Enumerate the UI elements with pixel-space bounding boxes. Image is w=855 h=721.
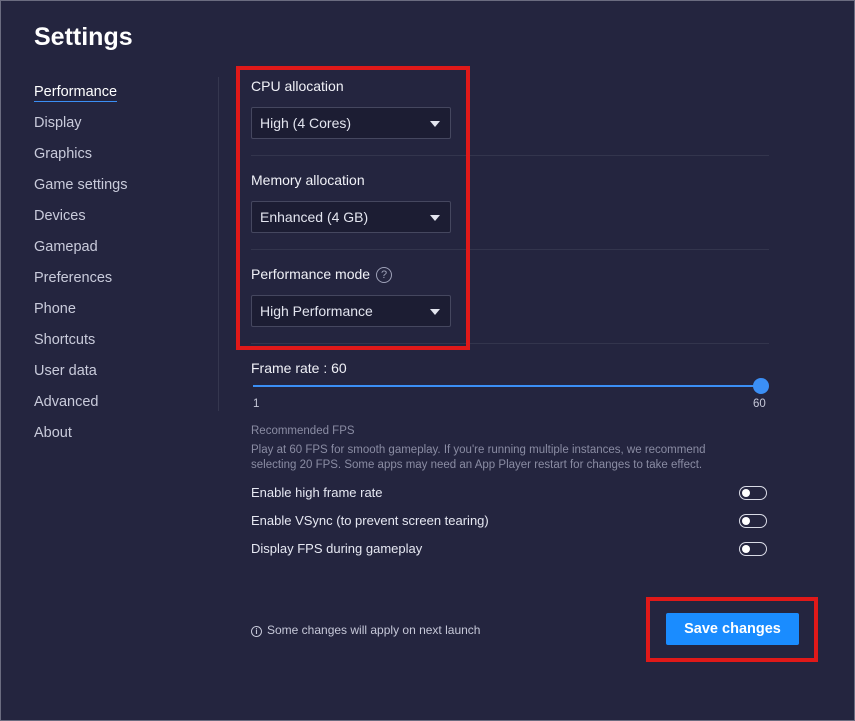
sidebar-item-game-settings[interactable]: Game settings bbox=[34, 176, 204, 207]
performance-mode-value: High Performance bbox=[260, 303, 373, 319]
toggle-high-frame-rate[interactable] bbox=[739, 486, 767, 500]
performance-mode-dropdown[interactable]: High Performance bbox=[251, 295, 451, 327]
toggle-label-vsync: Enable VSync (to prevent screen tearing) bbox=[251, 513, 489, 528]
cpu-allocation-label: CPU allocation bbox=[251, 78, 344, 94]
slider-max-label: 60 bbox=[753, 398, 766, 410]
sidebar-item-label: Preferences bbox=[34, 270, 113, 286]
sidebar-item-graphics[interactable]: Graphics bbox=[34, 145, 204, 176]
frame-rate-label: Frame rate : 60 bbox=[251, 360, 347, 376]
fps-help-text-line2: selecting 20 FPS. Some apps may need an … bbox=[251, 459, 703, 471]
memory-allocation-dropdown[interactable]: Enhanced (4 GB) bbox=[251, 201, 451, 233]
sidebar-item-label: Display bbox=[34, 115, 82, 131]
sidebar-item-preferences[interactable]: Preferences bbox=[34, 269, 204, 300]
performance-mode-label-text: Performance mode bbox=[251, 266, 371, 282]
sidebar-item-display[interactable]: Display bbox=[34, 114, 204, 145]
sidebar-item-label: Gamepad bbox=[34, 239, 98, 255]
sidebar-item-label: About bbox=[34, 425, 72, 441]
toggle-vsync[interactable] bbox=[739, 514, 767, 528]
help-icon[interactable]: ? bbox=[376, 267, 393, 283]
fps-help-title: Recommended FPS bbox=[251, 425, 355, 437]
save-changes-button[interactable]: Save changes bbox=[666, 613, 799, 645]
sidebar-item-about[interactable]: About bbox=[34, 424, 204, 455]
toggle-display-fps[interactable] bbox=[739, 542, 767, 556]
chevron-down-icon bbox=[430, 309, 440, 315]
sidebar-item-label: Phone bbox=[34, 301, 76, 317]
sidebar-item-gamepad[interactable]: Gamepad bbox=[34, 238, 204, 269]
frame-rate-slider-thumb[interactable] bbox=[753, 378, 769, 394]
memory-allocation-value: Enhanced (4 GB) bbox=[260, 209, 369, 225]
sidebar-item-label: Performance bbox=[34, 84, 118, 102]
sidebar-item-label: Game settings bbox=[34, 177, 128, 193]
sidebar-item-advanced[interactable]: Advanced bbox=[34, 393, 204, 424]
divider bbox=[251, 155, 769, 156]
memory-allocation-label: Memory allocation bbox=[251, 172, 365, 188]
footer-note: i Some changes will apply on next launch bbox=[251, 623, 480, 637]
sidebar-item-devices[interactable]: Devices bbox=[34, 207, 204, 238]
fps-help-text-line1: Play at 60 FPS for smooth gameplay. If y… bbox=[251, 444, 706, 456]
footer-note-text: Some changes will apply on next launch bbox=[267, 623, 481, 637]
sidebar-item-label: Graphics bbox=[34, 146, 93, 162]
sidebar-divider bbox=[218, 77, 219, 411]
sidebar-item-shortcuts[interactable]: Shortcuts bbox=[34, 331, 204, 362]
toggle-knob bbox=[742, 488, 750, 497]
sidebar-item-label: Devices bbox=[34, 208, 86, 224]
frame-rate-slider-track[interactable] bbox=[253, 385, 763, 387]
cpu-allocation-dropdown[interactable]: High (4 Cores) bbox=[251, 107, 451, 139]
slider-min-label: 1 bbox=[253, 398, 260, 410]
divider bbox=[251, 249, 769, 250]
chevron-down-icon bbox=[430, 121, 440, 127]
sidebar-item-label: Advanced bbox=[34, 394, 99, 410]
divider bbox=[251, 343, 769, 344]
sidebar-item-performance[interactable]: Performance bbox=[34, 83, 204, 114]
toggle-knob bbox=[742, 516, 750, 525]
toggle-label-display-fps: Display FPS during gameplay bbox=[251, 541, 423, 556]
sidebar-item-label: User data bbox=[34, 363, 97, 379]
cpu-allocation-value: High (4 Cores) bbox=[260, 115, 352, 131]
settings-window: Settings Performance Display Graphics Ga… bbox=[0, 0, 855, 721]
sidebar-item-user-data[interactable]: User data bbox=[34, 362, 204, 393]
page-title: Settings bbox=[34, 23, 133, 51]
toggle-knob bbox=[742, 544, 750, 553]
performance-mode-label: Performance mode? bbox=[251, 266, 393, 283]
chevron-down-icon bbox=[430, 215, 440, 221]
sidebar-item-label: Shortcuts bbox=[34, 332, 96, 348]
toggle-label-high-frame-rate: Enable high frame rate bbox=[251, 485, 383, 500]
info-icon: i bbox=[251, 626, 262, 637]
sidebar: Performance Display Graphics Game settin… bbox=[34, 83, 204, 455]
sidebar-item-phone[interactable]: Phone bbox=[34, 300, 204, 331]
